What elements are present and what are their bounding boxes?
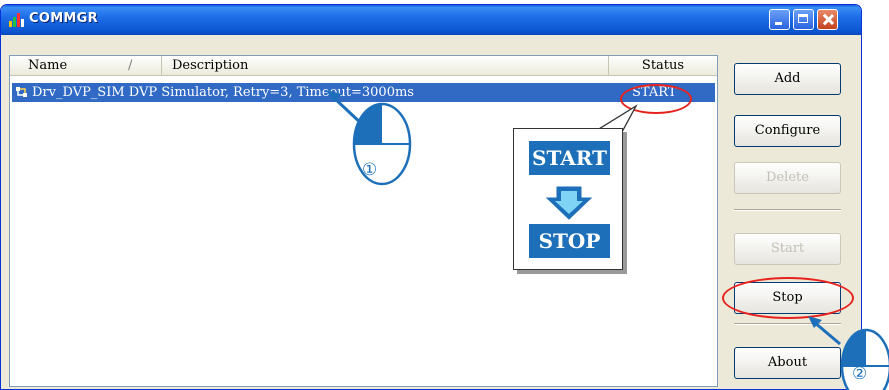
column-header-status[interactable]: Status (609, 56, 717, 75)
start-button[interactable]: Start (734, 233, 841, 265)
commgr-window: COMMGR Name / Description Status Drv_DVP… (0, 4, 862, 390)
mouse-icon (808, 316, 889, 390)
close-icon[interactable] (817, 9, 838, 30)
popup-stop-label: STOP (529, 224, 610, 258)
window-title: COMMGR (29, 11, 98, 26)
state-change-popup: START STOP (513, 128, 623, 270)
button-separator (734, 209, 841, 211)
maximize-icon[interactable] (793, 9, 814, 30)
minimize-icon[interactable] (769, 9, 790, 30)
popup-start-label: START (529, 141, 610, 175)
down-arrow-icon (545, 186, 593, 220)
step-2-badge: ② (852, 364, 868, 384)
add-button[interactable]: Add (734, 63, 841, 95)
sort-indicator: / (128, 58, 133, 73)
list-header: Name / Description Status (10, 56, 717, 76)
column-header-name[interactable]: Name / (10, 56, 162, 75)
step-1-badge: ① (362, 160, 378, 180)
configure-button[interactable]: Configure (734, 115, 841, 147)
driver-icon (16, 87, 27, 97)
delete-button[interactable]: Delete (734, 162, 841, 194)
column-header-description[interactable]: Description (162, 56, 609, 75)
app-icon (9, 13, 25, 27)
title-bar[interactable]: COMMGR (1, 5, 861, 35)
